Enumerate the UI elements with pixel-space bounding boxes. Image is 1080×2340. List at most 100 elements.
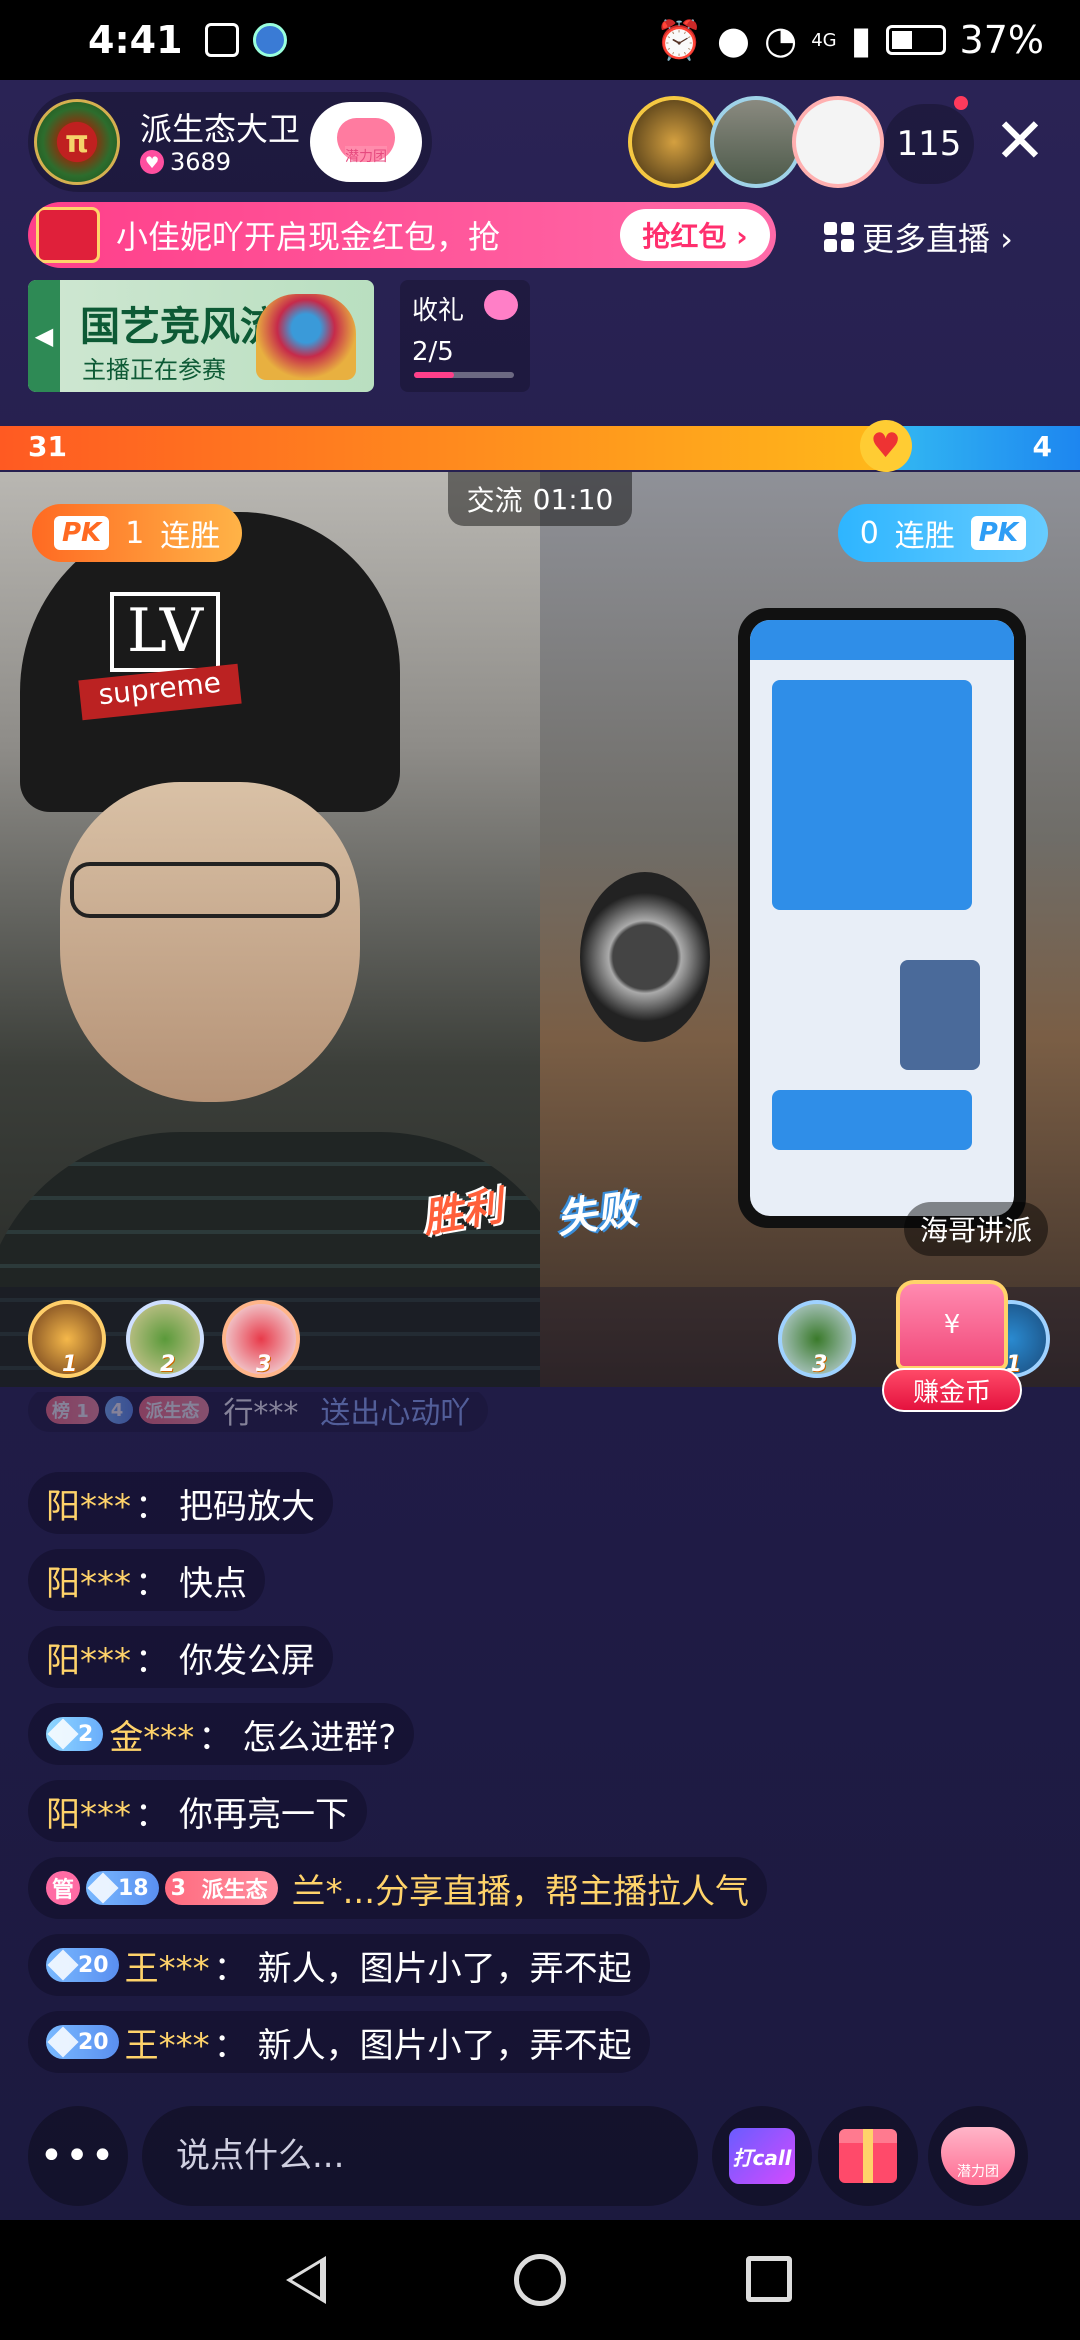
call-icon: 打call bbox=[729, 2128, 795, 2184]
chat-username: 行*** bbox=[223, 1396, 299, 1431]
host-avatar[interactable]: π bbox=[34, 99, 120, 185]
level-badge: 18 bbox=[86, 1871, 159, 1905]
chat-username: 王*** bbox=[124, 1948, 210, 1989]
fan-club-icon: 潜力团 bbox=[941, 2127, 1015, 2185]
event-title: 国艺竞风流 bbox=[80, 303, 280, 350]
pk-icon: PK bbox=[54, 516, 110, 550]
left-streak-count: 1 bbox=[125, 515, 145, 551]
top-viewers[interactable] bbox=[628, 96, 884, 188]
diamond-icon bbox=[87, 1872, 119, 1904]
pk-left-fill bbox=[0, 426, 886, 470]
gift-task-progress-text: 2/5 bbox=[412, 337, 454, 367]
chat-text: 快点 bbox=[179, 1563, 247, 1604]
chat-text: 新人，图片小了，弄不起 bbox=[257, 2025, 632, 2066]
fan-club-toolbar-button[interactable]: 潜力团 bbox=[928, 2106, 1028, 2206]
chat-username: 阳*** bbox=[46, 1486, 131, 1527]
diamond-icon bbox=[47, 2026, 79, 2058]
chat-text: 新人，图片小了，弄不起 bbox=[257, 1948, 632, 1989]
lose-badge: 失败 bbox=[554, 1186, 640, 1243]
viewer-count[interactable]: 115 bbox=[884, 104, 974, 184]
event-banner[interactable]: ◀ 国艺竞风流 主播正在参赛 bbox=[28, 280, 374, 392]
comment-input[interactable] bbox=[142, 2106, 698, 2206]
chat-message: 阳*** ： 把码放大 bbox=[28, 1472, 333, 1534]
viewer-avatar[interactable] bbox=[628, 96, 720, 188]
network-type: 4G bbox=[811, 29, 837, 51]
treasure-chest-icon: ¥ bbox=[896, 1280, 1008, 1370]
chat-message: 20 王*** ： 新人，图片小了，弄不起 bbox=[28, 1934, 650, 1996]
red-packet-icon bbox=[36, 207, 100, 263]
fan-club-label: 潜力团 bbox=[345, 146, 387, 166]
right-streak-label: 连胜 bbox=[894, 519, 955, 554]
recent-apps-icon[interactable] bbox=[746, 2256, 792, 2302]
alarm-icon: ⏰ bbox=[655, 17, 703, 62]
admin-badge: 管 bbox=[46, 1871, 80, 1905]
crown-icon bbox=[256, 294, 356, 380]
event-subtitle: 主播正在参赛 bbox=[82, 356, 226, 384]
status-bar: 4:41 ⏰ ● ◔ 4G ▮ 37% bbox=[0, 0, 1080, 80]
viewer-avatar[interactable] bbox=[710, 96, 802, 188]
status-time: 4:41 bbox=[88, 18, 183, 62]
more-options-button[interactable]: ••• bbox=[28, 2106, 128, 2206]
home-icon[interactable] bbox=[514, 2254, 566, 2306]
chat-list[interactable]: 榜 1 4 派生态 行*** 送出心动吖 阳*** ： 把码放大 阳*** ： … bbox=[28, 1392, 1008, 2092]
chat-text: 怎么进群? bbox=[242, 1717, 397, 1758]
more-live-button[interactable]: 更多直播 › bbox=[824, 214, 1013, 260]
diamond-icon bbox=[47, 1718, 79, 1750]
gift-button[interactable] bbox=[818, 2106, 918, 2206]
level-badge: 2 bbox=[46, 1717, 104, 1751]
notification-icon bbox=[204, 23, 239, 57]
pk-timer: 交流 01:10 bbox=[448, 472, 632, 526]
win-badge: 胜利 bbox=[419, 1183, 506, 1243]
level-badge: 4 bbox=[104, 1396, 134, 1424]
pk-timer-label: 交流 bbox=[466, 484, 523, 517]
fan-club-button[interactable]: 潜力团 bbox=[310, 102, 422, 182]
back-icon[interactable] bbox=[286, 2256, 326, 2304]
chat-username: 王*** bbox=[124, 2025, 210, 2066]
right-streamer-name[interactable]: 海哥讲派 bbox=[904, 1202, 1049, 1256]
chat-text: 把码放大 bbox=[179, 1486, 315, 1527]
fan-badge: 派生态 bbox=[139, 1396, 210, 1424]
gift-task[interactable]: 收礼 2/5 bbox=[400, 280, 530, 392]
host-likes-count: 3689 bbox=[170, 148, 232, 176]
chat-username: 阳*** bbox=[46, 1794, 131, 1835]
grid-icon bbox=[824, 222, 854, 252]
left-streak-label: 连胜 bbox=[160, 519, 221, 554]
battery-percent: 37% bbox=[959, 18, 1044, 62]
glasses-image bbox=[70, 862, 340, 918]
system-nav-bar bbox=[0, 2220, 1080, 2340]
host-name: 派生态大卫 bbox=[140, 110, 301, 148]
red-packet-banner[interactable]: 小佳妮吖开启现金红包，抢 抢红包 › bbox=[28, 202, 776, 268]
pk-icon: PK bbox=[970, 516, 1026, 550]
pk-timer-value: 01:10 bbox=[532, 482, 614, 516]
contributor-rank: 1 bbox=[62, 1352, 78, 1377]
call-button[interactable]: 打call bbox=[712, 2106, 812, 2206]
more-live-label: 更多直播 › bbox=[862, 220, 1013, 258]
diamond-icon bbox=[47, 1949, 79, 1981]
contributor-rank: 2 bbox=[160, 1352, 176, 1377]
bottom-toolbar: ••• 打call 潜力团 bbox=[0, 2096, 1080, 2206]
heart-eyes-emoji-icon: ♥ bbox=[859, 420, 912, 472]
close-button[interactable]: ✕ bbox=[990, 106, 1050, 176]
gift-task-progress-bar bbox=[414, 372, 514, 378]
grab-red-packet-button[interactable]: 抢红包 › bbox=[620, 209, 770, 261]
host-info[interactable]: π 派生态大卫 ♥ 3689 潜力团 bbox=[28, 92, 432, 192]
red-packet-text: 小佳妮吖开启现金红包，抢 bbox=[116, 218, 501, 256]
right-win-streak: 0 连胜 PK bbox=[837, 504, 1048, 562]
chat-username: 阳*** bbox=[46, 1563, 131, 1604]
chat-message: 榜 1 4 派生态 行*** 送出心动吖 bbox=[28, 1392, 489, 1432]
contributor-rank: 3 bbox=[256, 1352, 272, 1377]
phone-image bbox=[738, 608, 1026, 1228]
pk-right-score: 4 bbox=[1032, 430, 1052, 463]
chevron-left-icon[interactable]: ◀ bbox=[28, 280, 60, 392]
location-icon: ● bbox=[716, 18, 751, 62]
notification-dot bbox=[954, 96, 968, 110]
earn-coins-button[interactable]: ¥ 赚金币 bbox=[882, 1280, 1022, 1412]
chat-text: 兰*...分享直播，帮主播拉人气 bbox=[291, 1871, 750, 1912]
chat-text: 你发公屏 bbox=[179, 1640, 315, 1681]
chat-text: 你再亮一下 bbox=[179, 1794, 349, 1835]
gift-task-icon bbox=[484, 290, 518, 320]
viewer-avatar[interactable] bbox=[792, 96, 884, 188]
rank-badge: 榜 1 bbox=[46, 1396, 99, 1424]
signal-icon: ▮ bbox=[850, 18, 872, 62]
browser-icon bbox=[252, 23, 287, 57]
